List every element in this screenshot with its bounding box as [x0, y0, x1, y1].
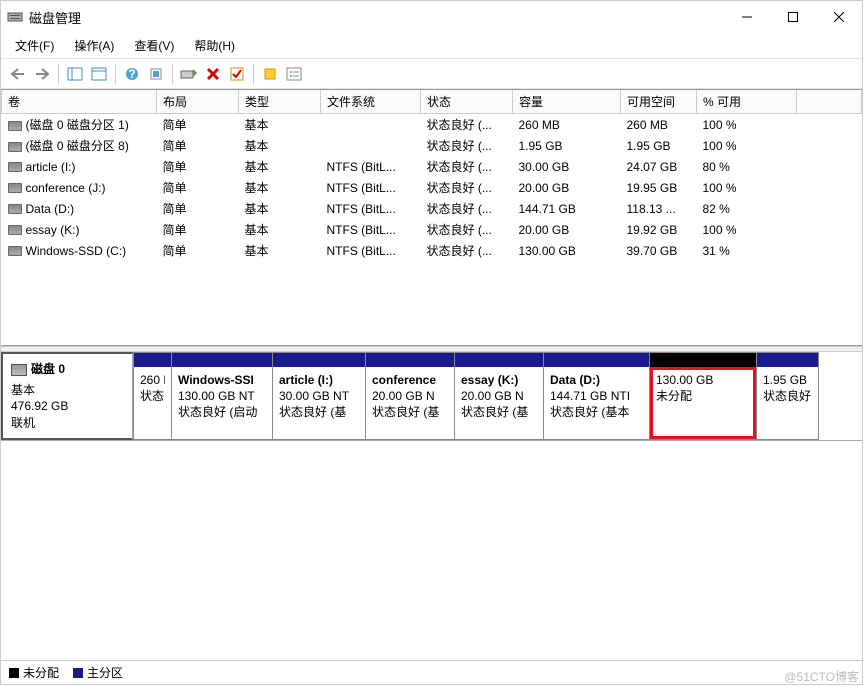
svg-text:?: ? [128, 67, 135, 81]
legend-unalloc: 未分配 [23, 664, 59, 681]
partition[interactable]: essay (K:)20.00 GB N状态良好 (基 [455, 352, 544, 440]
col-status[interactable]: 状态 [421, 90, 513, 114]
col-volume[interactable]: 卷 [2, 90, 157, 114]
table-row[interactable]: (磁盘 0 磁盘分区 8)简单基本状态良好 (...1.95 GB1.95 GB… [2, 135, 862, 156]
partition[interactable]: Data (D:)144.71 GB NTI状态良好 (基本 [544, 352, 650, 440]
col-extra[interactable] [797, 90, 862, 114]
table-row[interactable]: essay (K:)简单基本NTFS (BitL...状态良好 (...20.0… [2, 219, 862, 240]
toolbar-separator [58, 64, 59, 84]
partition-header [650, 353, 756, 367]
new-button[interactable] [259, 63, 281, 85]
legend-unalloc-icon [9, 668, 19, 678]
watermark: @51CTO博客 [784, 668, 859, 685]
partition[interactable]: conference20.00 GB N状态良好 (基 [366, 352, 455, 440]
check-button[interactable] [226, 63, 248, 85]
refresh-button[interactable] [145, 63, 167, 85]
volume-list[interactable]: 卷 布局 类型 文件系统 状态 容量 可用空间 % 可用 (磁盘 0 磁盘分区 … [1, 90, 862, 346]
col-free[interactable]: 可用空间 [621, 90, 697, 114]
menu-action[interactable]: 操作(A) [64, 33, 124, 58]
partition-header [455, 353, 543, 367]
toolbar-separator [172, 64, 173, 84]
legend-primary-icon [73, 668, 83, 678]
table-row[interactable]: (磁盘 0 磁盘分区 1)简单基本状态良好 (...260 MB260 MB10… [2, 114, 862, 136]
volume-icon [8, 142, 22, 152]
partition-header [544, 353, 649, 367]
delete-button[interactable] [202, 63, 224, 85]
back-button[interactable] [7, 63, 29, 85]
col-type[interactable]: 类型 [239, 90, 321, 114]
disk-type: 基本 [11, 381, 124, 398]
col-layout[interactable]: 布局 [157, 90, 239, 114]
volume-icon [8, 183, 22, 193]
settings-button[interactable] [283, 63, 305, 85]
disk-size: 476.92 GB [11, 399, 124, 413]
col-capacity[interactable]: 容量 [513, 90, 621, 114]
volume-icon [8, 225, 22, 235]
partition-header [366, 353, 454, 367]
partition-header [757, 353, 818, 367]
table-row[interactable]: article (I:)简单基本NTFS (BitL...状态良好 (...30… [2, 156, 862, 177]
partition-header [273, 353, 365, 367]
legend: 未分配 主分区 [1, 660, 862, 684]
partition[interactable]: article (I:)30.00 GB NT状态良好 (基 [273, 352, 366, 440]
partition[interactable]: 1.95 GB状态良好 [757, 352, 819, 440]
partition-header [172, 353, 272, 367]
volume-icon [8, 162, 22, 172]
volume-icon [8, 246, 22, 256]
menu-file[interactable]: 文件(F) [5, 33, 64, 58]
content-area: 卷 布局 类型 文件系统 状态 容量 可用空间 % 可用 (磁盘 0 磁盘分区 … [1, 89, 862, 684]
disk-info[interactable]: 磁盘 0 基本 476.92 GB 联机 [1, 352, 133, 440]
disk-name: 磁盘 0 [31, 362, 65, 376]
partition[interactable]: 260 M状态 [133, 352, 172, 440]
col-fs[interactable]: 文件系统 [321, 90, 421, 114]
maximize-button[interactable] [770, 1, 816, 33]
table-row[interactable]: Data (D:)简单基本NTFS (BitL...状态良好 (...144.7… [2, 198, 862, 219]
show-hide-tree-button[interactable] [64, 63, 86, 85]
disk-graphical-view[interactable]: 磁盘 0 基本 476.92 GB 联机 260 M状态Windows-SSI1… [1, 352, 862, 660]
titlebar[interactable]: 磁盘管理 [1, 1, 862, 33]
window-title: 磁盘管理 [29, 8, 724, 27]
table-row[interactable]: Windows-SSD (C:)简单基本NTFS (BitL...状态良好 (.… [2, 240, 862, 261]
disk-icon [11, 364, 27, 376]
toolbar-separator [115, 64, 116, 84]
rescan-button[interactable] [178, 63, 200, 85]
table-row[interactable]: conference (J:)简单基本NTFS (BitL...状态良好 (..… [2, 177, 862, 198]
menu-help[interactable]: 帮助(H) [184, 33, 245, 58]
partition[interactable]: 130.00 GB未分配 [650, 352, 757, 440]
app-icon [7, 9, 23, 25]
disk-row: 磁盘 0 基本 476.92 GB 联机 260 M状态Windows-SSI1… [1, 352, 862, 441]
minimize-button[interactable] [724, 1, 770, 33]
help-button[interactable]: ? [121, 63, 143, 85]
forward-button[interactable] [31, 63, 53, 85]
partition[interactable]: Windows-SSI130.00 GB NT状态良好 (启动 [172, 352, 273, 440]
disk-management-window: 磁盘管理 文件(F) 操作(A) 查看(V) 帮助(H) ? 卷 布局 类型 文… [0, 0, 863, 685]
partition-header [134, 353, 171, 367]
col-pct[interactable]: % 可用 [697, 90, 797, 114]
properties-button[interactable] [88, 63, 110, 85]
disk-state: 联机 [11, 414, 124, 431]
volume-icon [8, 204, 22, 214]
volume-icon [8, 121, 22, 131]
close-button[interactable] [816, 1, 862, 33]
menubar: 文件(F) 操作(A) 查看(V) 帮助(H) [1, 33, 862, 59]
legend-primary: 主分区 [87, 664, 123, 681]
menu-view[interactable]: 查看(V) [124, 33, 184, 58]
toolbar: ? [1, 59, 862, 89]
toolbar-separator [253, 64, 254, 84]
